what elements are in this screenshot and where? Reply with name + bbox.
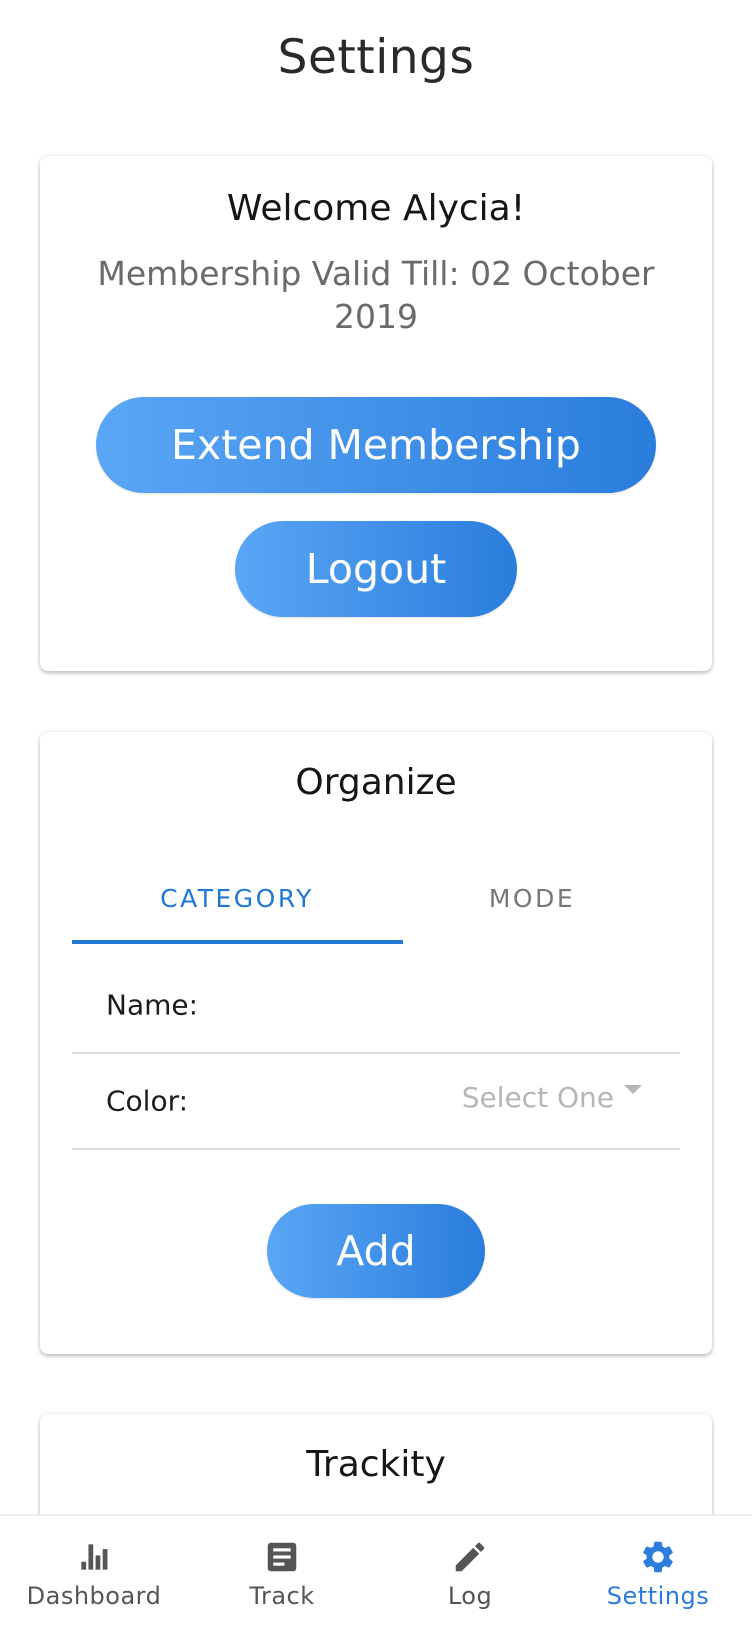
nav-label-settings: Settings <box>606 1582 710 1610</box>
organize-tabs: CATEGORY MODE <box>72 852 680 944</box>
color-select-placeholder: Select One <box>461 1080 614 1114</box>
bottom-nav: Dashboard Track Log Settings <box>0 1514 752 1628</box>
color-select[interactable]: Select One <box>462 1072 642 1122</box>
name-label: Name: <box>106 988 199 1022</box>
name-row: Name: <box>72 958 680 1054</box>
nav-item-track[interactable]: Track <box>188 1516 376 1628</box>
notes-icon <box>267 1542 297 1572</box>
bar-chart-icon <box>81 1544 108 1570</box>
dropdown-caret-icon <box>624 1084 642 1094</box>
nav-label-track: Track <box>249 1582 315 1610</box>
settings-screen: Settings Welcome Alycia! Membership Vali… <box>0 0 752 1628</box>
color-row: Color: Select One <box>72 1054 680 1150</box>
active-tab-indicator <box>72 940 403 944</box>
organize-title: Organize <box>295 762 457 803</box>
membership-validity: Membership Valid Till: 02 October 2019 <box>97 254 655 336</box>
tab-mode[interactable]: MODE <box>382 852 682 944</box>
nav-label-dashboard: Dashboard <box>26 1582 162 1610</box>
nav-item-dashboard[interactable]: Dashboard <box>0 1516 188 1628</box>
account-card: Welcome Alycia! Membership Valid Till: 0… <box>40 156 712 671</box>
nav-item-log[interactable]: Log <box>376 1516 564 1628</box>
page-title: Settings <box>277 30 475 85</box>
logout-button[interactable]: Logout <box>235 521 517 617</box>
trackity-title: Trackity <box>306 1444 446 1485</box>
tab-category[interactable]: CATEGORY <box>72 852 402 944</box>
extend-membership-button[interactable]: Extend Membership <box>96 397 656 493</box>
welcome-text: Welcome Alycia! <box>226 188 526 229</box>
nav-item-settings[interactable]: Settings <box>564 1516 752 1628</box>
pencil-icon <box>455 1542 485 1572</box>
gear-icon <box>643 1541 673 1573</box>
add-button[interactable]: Add <box>267 1204 485 1298</box>
color-label: Color: <box>106 1084 189 1118</box>
organize-card: Organize CATEGORY MODE Name: Color: Sele… <box>40 732 712 1354</box>
nav-label-log: Log <box>447 1582 493 1610</box>
name-input[interactable] <box>242 978 670 1034</box>
